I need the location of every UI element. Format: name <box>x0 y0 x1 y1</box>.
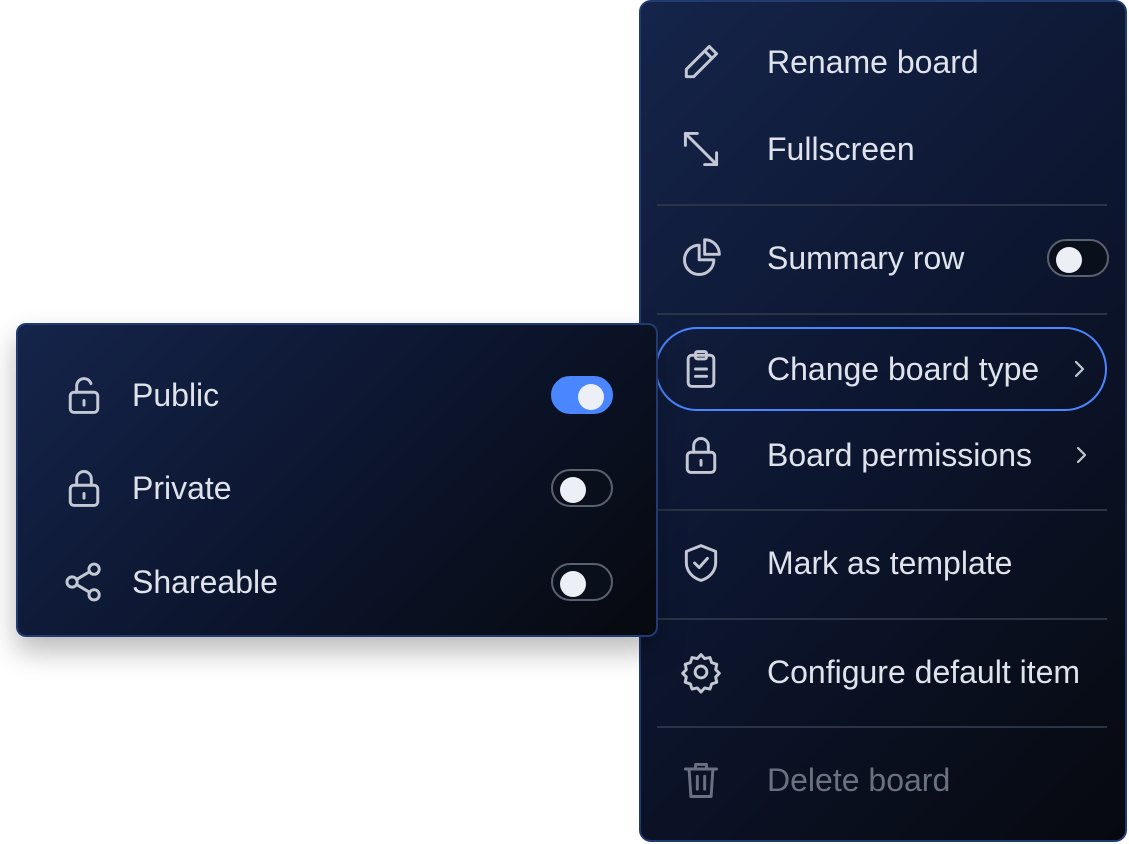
menu-item-configure-default-item[interactable]: Configure default item <box>657 632 1107 712</box>
board-type-option-private[interactable]: Private <box>18 448 656 528</box>
clipboard-icon <box>679 347 723 391</box>
lock-icon <box>679 433 723 477</box>
menu-divider <box>657 204 1107 206</box>
toggle-knob <box>560 571 586 597</box>
menu-item-board-permissions[interactable]: Board permissions <box>657 415 1107 495</box>
shield-check-icon <box>679 541 723 585</box>
unlocked-padlock-icon <box>62 373 106 417</box>
board-type-submenu: Public Private Shareable <box>16 323 658 637</box>
menu-divider <box>657 618 1107 620</box>
menu-item-delete-board[interactable]: Delete board <box>657 740 1107 820</box>
expand-arrows-icon <box>679 127 723 171</box>
board-options-menu: Rename board Fullscreen Summary row Chan… <box>639 0 1127 842</box>
menu-item-label: Delete board <box>767 761 951 798</box>
menu-item-change-board-type[interactable]: Change board type <box>655 327 1107 411</box>
menu-item-mark-as-template[interactable]: Mark as template <box>657 523 1107 603</box>
option-label: Public <box>132 376 220 413</box>
share-icon <box>62 560 106 604</box>
padlock-icon <box>62 466 106 510</box>
gear-icon <box>679 650 723 694</box>
pencil-icon <box>679 40 723 84</box>
private-toggle[interactable] <box>551 469 613 507</box>
menu-divider <box>657 509 1107 511</box>
menu-item-label: Board permissions <box>767 436 1032 473</box>
option-label: Private <box>132 469 232 506</box>
menu-item-summary-row[interactable]: Summary row <box>657 218 1109 298</box>
summary-row-toggle[interactable] <box>1047 239 1109 277</box>
menu-divider <box>657 726 1107 728</box>
board-type-option-shareable[interactable]: Shareable <box>18 542 656 622</box>
chevron-right-icon <box>1076 446 1087 464</box>
toggle-knob <box>1056 247 1082 273</box>
pie-chart-icon <box>679 236 723 280</box>
board-type-option-public[interactable]: Public <box>18 355 656 435</box>
menu-item-label: Change board type <box>767 350 1040 387</box>
menu-divider <box>657 313 1107 315</box>
menu-item-label: Summary row <box>767 239 965 276</box>
chevron-right-icon <box>1074 360 1085 378</box>
toggle-knob <box>578 384 604 410</box>
public-toggle[interactable] <box>551 376 613 414</box>
option-label: Shareable <box>132 563 278 600</box>
menu-item-label: Fullscreen <box>767 130 915 167</box>
shareable-toggle[interactable] <box>551 563 613 601</box>
trash-icon <box>679 758 723 802</box>
menu-item-fullscreen[interactable]: Fullscreen <box>657 109 1107 189</box>
menu-item-rename-board[interactable]: Rename board <box>657 22 1107 102</box>
menu-item-label: Mark as template <box>767 544 1013 581</box>
toggle-knob <box>560 477 586 503</box>
menu-item-label: Configure default item <box>767 653 1081 690</box>
menu-item-label: Rename board <box>767 43 979 80</box>
